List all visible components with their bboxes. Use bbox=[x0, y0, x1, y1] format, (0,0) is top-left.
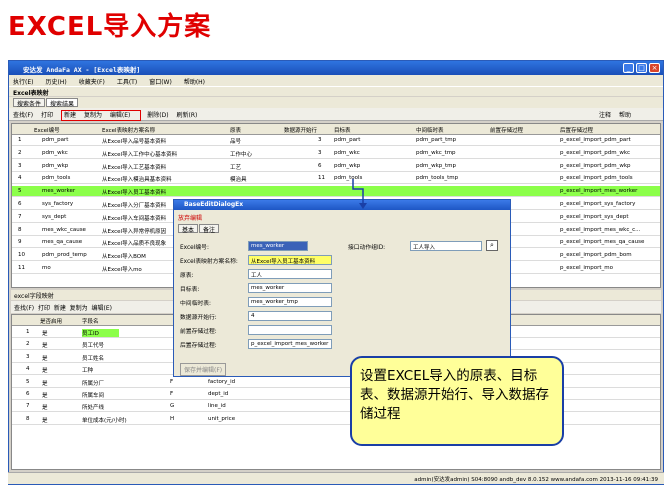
app-window: 安达发 AndaFa AX - [Excel表映射] _ □ × 执行(E) 历史… bbox=[8, 60, 664, 485]
slide-title: EXCEL导入方案 bbox=[8, 12, 212, 42]
status-bar: admin(安达发admin) S04:8090 andb_dev 8.0.15… bbox=[8, 472, 664, 484]
pointer-arrow bbox=[352, 179, 367, 209]
callout-note: 设置EXCEL导入的原表、目标表、数据源开始行、导入数据存储过程 bbox=[350, 356, 564, 446]
